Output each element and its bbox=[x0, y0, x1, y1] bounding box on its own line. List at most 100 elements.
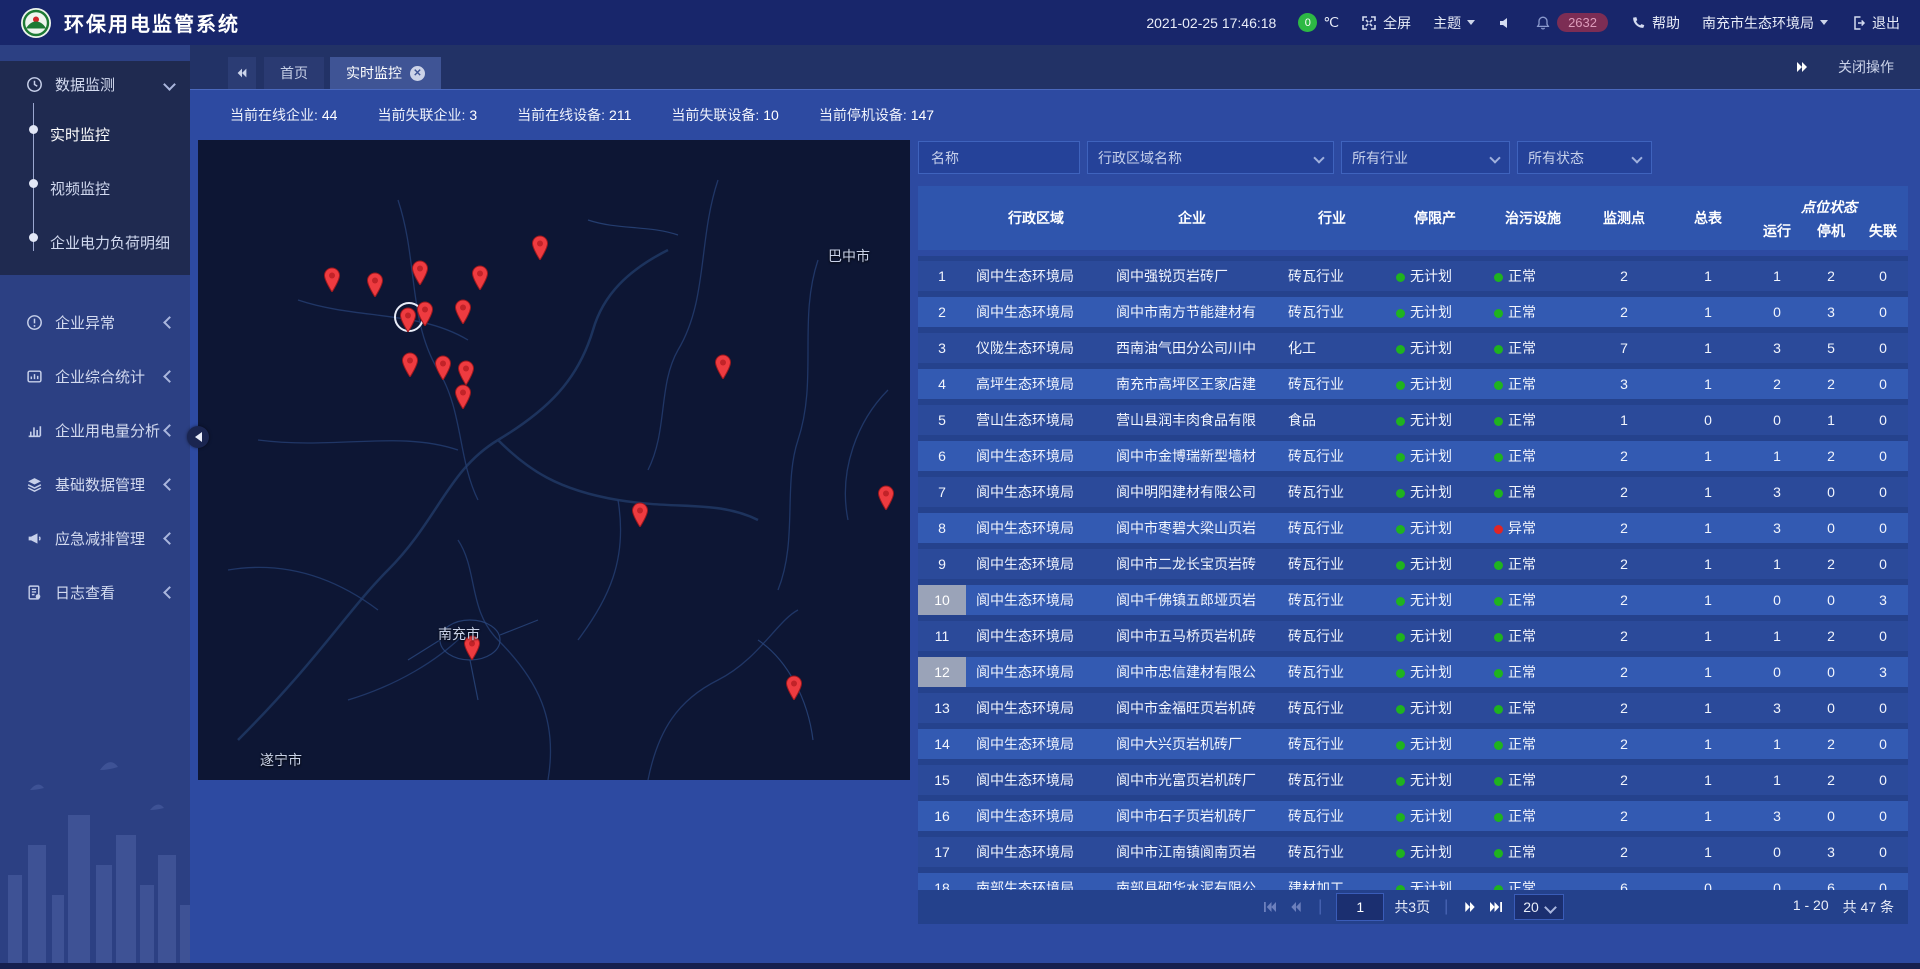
cell-region: 阆中生态环境局 bbox=[966, 590, 1106, 610]
map-pin[interactable] bbox=[365, 271, 385, 297]
fullscreen-button[interactable]: 全屏 bbox=[1361, 13, 1411, 33]
table-row[interactable]: 2阆中生态环境局阆中市南方节能建材有砖瓦行业无计划正常21030 bbox=[918, 297, 1908, 327]
panel-collapse-button[interactable] bbox=[187, 426, 209, 448]
table-row[interactable]: 9阆中生态环境局阆中市二龙长宝页岩砖砖瓦行业无计划正常21120 bbox=[918, 549, 1908, 579]
map-pin[interactable] bbox=[410, 259, 430, 285]
cell-industry: 砖瓦行业 bbox=[1278, 806, 1386, 826]
chart-icon bbox=[26, 422, 43, 439]
sidebar-subitem[interactable]: 视频监控 bbox=[0, 161, 190, 215]
cell-index: 4 bbox=[918, 369, 966, 399]
sidebar-subitem[interactable]: 实时监控 bbox=[0, 107, 190, 161]
cell-region: 阆中生态环境局 bbox=[966, 482, 1106, 502]
help-button[interactable]: 帮助 bbox=[1630, 13, 1680, 33]
status-filter-select[interactable]: 所有状态 bbox=[1517, 141, 1652, 174]
map-pin[interactable] bbox=[415, 300, 435, 326]
cell-stop: 0 bbox=[1804, 700, 1858, 716]
map-pin[interactable] bbox=[400, 351, 420, 377]
page-size-select[interactable]: 20 bbox=[1514, 894, 1564, 920]
name-filter-field[interactable] bbox=[918, 141, 1080, 174]
map-pin[interactable] bbox=[322, 266, 342, 292]
cell-company: 阆中市忠信建材有限公 bbox=[1106, 662, 1278, 682]
cell-lost: 0 bbox=[1858, 628, 1908, 644]
sidebar-item-data-monitoring[interactable]: 数据监测 bbox=[0, 61, 190, 107]
tabs-scroll-left-button[interactable] bbox=[228, 57, 256, 89]
theme-dropdown[interactable]: 主题 bbox=[1433, 13, 1475, 33]
status-dot-icon bbox=[1396, 561, 1405, 570]
map-pin[interactable] bbox=[453, 298, 473, 324]
map-pin[interactable] bbox=[630, 501, 650, 527]
industry-filter-select[interactable]: 所有行业 bbox=[1341, 141, 1510, 174]
table-row[interactable]: 14阆中生态环境局阆中大兴页岩机砖厂砖瓦行业无计划正常21120 bbox=[918, 729, 1908, 759]
table-row[interactable]: 16阆中生态环境局阆中市石子页岩机砖厂砖瓦行业无计划正常21300 bbox=[918, 801, 1908, 831]
sidebar-item-enterprise-abnormal[interactable]: 企业异常 bbox=[0, 295, 190, 349]
status-dot-icon bbox=[1396, 669, 1405, 678]
table-row[interactable]: 5营山生态环境局营山县润丰肉食品有限食品无计划正常10010 bbox=[918, 405, 1908, 435]
tab-首页[interactable]: 首页 bbox=[264, 57, 324, 89]
status-dot-icon bbox=[1494, 273, 1503, 282]
status-dot-icon bbox=[1494, 777, 1503, 786]
sidebar-item-log-view[interactable]: 日志查看 bbox=[0, 565, 190, 619]
table-row[interactable]: 7阆中生态环境局阆中明阳建材有限公司砖瓦行业无计划正常21300 bbox=[918, 477, 1908, 507]
logout-button[interactable]: 退出 bbox=[1850, 13, 1900, 33]
table-row[interactable]: 17阆中生态环境局阆中市江南镇阆南页岩砖瓦行业无计划正常21030 bbox=[918, 837, 1908, 867]
map-pin[interactable] bbox=[433, 354, 453, 380]
map-pin[interactable] bbox=[876, 484, 896, 510]
sidebar-subitem[interactable]: 企业电力负荷明细 bbox=[0, 215, 190, 269]
cell-company: 南部县砌华水泥有限公 bbox=[1106, 878, 1278, 890]
page-input[interactable] bbox=[1336, 893, 1384, 921]
table-row[interactable]: 18南部生态环境局南部县砌华水泥有限公建材加工无计划正常60060 bbox=[918, 873, 1908, 890]
cell-points: 2 bbox=[1582, 448, 1666, 464]
cell-industry: 建材加工 bbox=[1278, 878, 1386, 890]
cell-points: 2 bbox=[1582, 736, 1666, 752]
table-row[interactable]: 6阆中生态环境局阆中市金博瑞新型墙材砖瓦行业无计划正常21120 bbox=[918, 441, 1908, 471]
org-dropdown[interactable]: 南充市生态环境局 bbox=[1702, 13, 1828, 33]
table-row[interactable]: 3仪陇生态环境局西南油气田分公司川中化工无计划正常71350 bbox=[918, 333, 1908, 363]
cell-lost: 0 bbox=[1858, 880, 1908, 890]
cell-index: 9 bbox=[918, 549, 966, 579]
region-filter-select[interactable]: 行政区域名称 bbox=[1087, 141, 1334, 174]
table-row[interactable]: 12阆中生态环境局阆中市忠信建材有限公砖瓦行业无计划正常21003 bbox=[918, 657, 1908, 687]
cell-limit-status: 无计划 bbox=[1386, 410, 1484, 430]
col-run: 运行 bbox=[1750, 218, 1804, 250]
map-pin[interactable] bbox=[456, 359, 476, 385]
table-row[interactable]: 15阆中生态环境局阆中市光富页岩机砖厂砖瓦行业无计划正常21120 bbox=[918, 765, 1908, 795]
map-panel[interactable]: 巴中市南充市遂宁市 bbox=[198, 140, 910, 780]
cell-total: 1 bbox=[1666, 700, 1750, 716]
table-row[interactable]: 8阆中生态环境局阆中市枣碧大梁山页岩砖瓦行业无计划异常21300 bbox=[918, 513, 1908, 543]
map-pin[interactable] bbox=[453, 383, 473, 409]
name-filter-input[interactable] bbox=[929, 149, 1069, 167]
map-pin[interactable] bbox=[713, 353, 733, 379]
status-dot-icon bbox=[1396, 597, 1405, 606]
sidebar-item-enterprise-statistics[interactable]: 企业综合统计 bbox=[0, 349, 190, 403]
table-row[interactable]: 10阆中生态环境局阆中千佛镇五郎垭页岩砖瓦行业无计划正常21003 bbox=[918, 585, 1908, 615]
table-row[interactable]: 1阆中生态环境局阆中强锐页岩砖厂砖瓦行业无计划正常21120 bbox=[918, 261, 1908, 291]
cell-index: 18 bbox=[918, 873, 966, 890]
close-icon[interactable]: ✕ bbox=[410, 66, 425, 81]
table-row[interactable]: 4高坪生态环境局南充市高坪区王家店建砖瓦行业无计划正常31220 bbox=[918, 369, 1908, 399]
cell-stop: 0 bbox=[1804, 808, 1858, 824]
first-page-button[interactable] bbox=[1262, 899, 1278, 915]
cell-points: 2 bbox=[1582, 304, 1666, 320]
map-pin[interactable] bbox=[470, 264, 490, 290]
prev-page-button[interactable] bbox=[1288, 899, 1304, 915]
table-row[interactable]: 11阆中生态环境局阆中市五马桥页岩机砖砖瓦行业无计划正常21120 bbox=[918, 621, 1908, 651]
tab-实时监控[interactable]: 实时监控✕ bbox=[330, 57, 441, 89]
sidebar-item-emergency-reduction[interactable]: 应急减排管理 bbox=[0, 511, 190, 565]
next-page-button[interactable] bbox=[1462, 899, 1478, 915]
cell-industry: 砖瓦行业 bbox=[1278, 590, 1386, 610]
col-industry: 行业 bbox=[1278, 186, 1386, 250]
notifications[interactable]: 2632 bbox=[1535, 13, 1608, 32]
sidebar-item-base-data[interactable]: 基础数据管理 bbox=[0, 457, 190, 511]
table-row[interactable]: 13阆中生态环境局阆中市金福旺页岩机砖砖瓦行业无计划正常21300 bbox=[918, 693, 1908, 723]
close-actions-button[interactable]: 关闭操作 bbox=[1838, 57, 1894, 77]
map-pin[interactable] bbox=[530, 234, 550, 260]
sidebar-item-power-analysis[interactable]: 企业用电量分析 bbox=[0, 403, 190, 457]
status-dot-icon bbox=[1494, 417, 1503, 426]
cell-lost: 3 bbox=[1858, 664, 1908, 680]
map-pin[interactable] bbox=[784, 674, 804, 700]
col-lost: 失联 bbox=[1858, 218, 1908, 250]
tabs-scroll-right-button[interactable] bbox=[1794, 59, 1810, 75]
cell-run: 3 bbox=[1750, 484, 1804, 500]
last-page-button[interactable] bbox=[1488, 899, 1504, 915]
mute-button[interactable] bbox=[1497, 15, 1513, 31]
